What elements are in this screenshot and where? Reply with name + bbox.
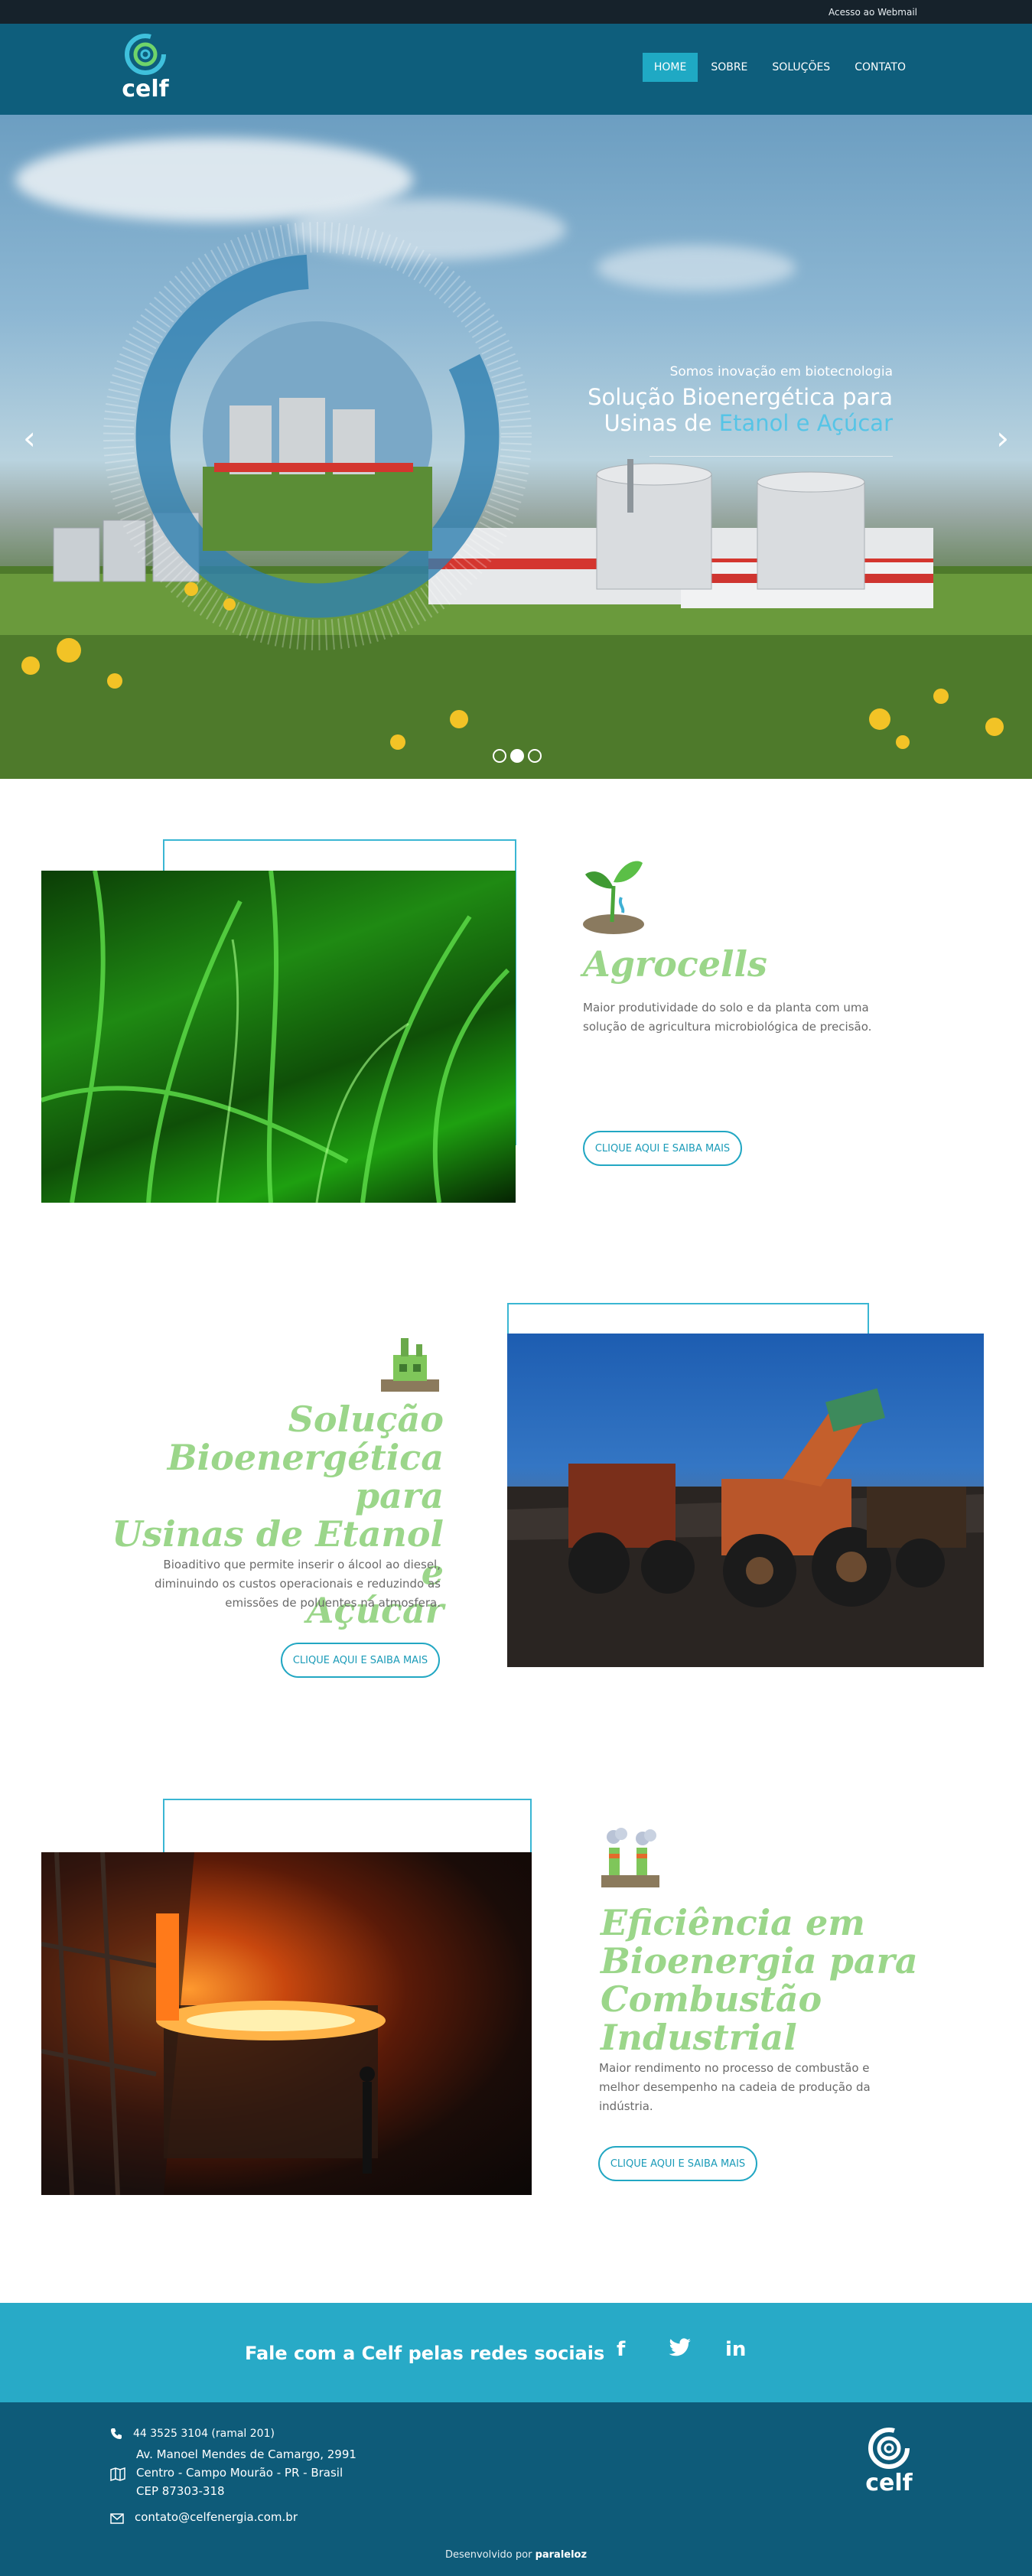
feature2-button[interactable]: CLIQUE AQUI E SAIBA MAIS — [281, 1643, 440, 1678]
credit-brand[interactable]: paraleloz — [536, 2549, 588, 2561]
social-text: Fale com a Celf pelas redes sociais — [245, 2343, 605, 2364]
feature1-title: Agrocells — [583, 943, 767, 985]
plant-illustration — [0, 222, 1032, 779]
hero-slider: ‹ › Somos inovação em biotecnologia Solu… — [0, 115, 1032, 779]
map-icon — [110, 2467, 125, 2484]
feature3-image — [41, 1852, 532, 2195]
feature2-title-line1: Solução — [288, 1399, 444, 1440]
logo-text: celf — [122, 76, 169, 103]
footer-logo-text: celf — [865, 2470, 913, 2496]
twitter-icon[interactable] — [669, 2338, 692, 2363]
site-header: celf HOME SOBRE SOLUÇÕES CONTATO — [0, 24, 1032, 115]
phone-icon — [110, 2428, 122, 2443]
slider-dots — [493, 749, 542, 763]
feature3-title-line4: Industrial — [601, 2017, 797, 2058]
footer-email[interactable]: contato@celfenergia.com.br — [135, 2508, 298, 2526]
main-nav: HOME SOBRE SOLUÇÕES CONTATO — [642, 53, 917, 82]
industrial-plant-icon — [598, 1828, 662, 1895]
feature2-title-line2: Bioenergética para — [167, 1437, 444, 1516]
feature3-title-line1: Eficiência em — [601, 1902, 865, 1943]
corn-leaves — [41, 871, 510, 1203]
hero-title-line2: Usinas de Etanol e Açúcar — [588, 410, 893, 436]
nav-sobre[interactable]: SOBRE — [699, 53, 759, 82]
nav-contato[interactable]: CONTATO — [843, 53, 917, 82]
footer-phone: 44 3525 3104 (ramal 201) — [133, 2428, 275, 2440]
social-strip: Fale com a Celf pelas redes sociais f in — [0, 2303, 1032, 2402]
slider-next-arrow[interactable]: › — [996, 422, 1009, 454]
footer-logo-mark-icon — [868, 2428, 910, 2469]
hero-title-prefix: Usinas de — [604, 410, 712, 436]
feature3-title: Eficiência em Bioenergia para Combustão … — [601, 1904, 918, 2057]
slider-prev-arrow[interactable]: ‹ — [23, 422, 36, 454]
feature3-button[interactable]: CLIQUE AQUI E SAIBA MAIS — [598, 2146, 757, 2181]
top-bar: Acesso ao Webmail — [0, 0, 1032, 24]
footer-credit: Desenvolvido por paraleloz — [0, 2549, 1032, 2561]
footer-address-line1: Av. Manoel Mendes de Camargo, 2991 — [136, 2447, 356, 2461]
celf-logo-mark-icon — [125, 34, 166, 75]
hero-divider — [649, 456, 893, 457]
sprout-icon — [581, 852, 646, 939]
feature2-description: Bioaditivo que permite inserir o álcool … — [154, 1558, 441, 1610]
hero-title-line1: Solução Bioenergética para — [588, 384, 893, 410]
feature1-description: Maior produtividade do solo e da planta … — [583, 1001, 872, 1034]
footer-address-line2: Centro - Campo Mourão - PR - Brasil — [136, 2466, 343, 2480]
celf-logo[interactable]: celf — [116, 31, 174, 105]
feature3-description: Maior rendimento no processo de combustã… — [599, 2061, 871, 2113]
nav-solucoes[interactable]: SOLUÇÕES — [760, 53, 842, 82]
webmail-link[interactable]: Acesso ao Webmail — [829, 7, 917, 18]
slider-dot-1[interactable] — [493, 749, 506, 763]
feature3-title-line3: Combustão — [601, 1978, 822, 2020]
mail-icon — [110, 2512, 124, 2527]
slider-dot-2[interactable] — [510, 749, 524, 763]
hero-title-accent: Etanol e Açúcar — [718, 410, 893, 436]
footer-logo[interactable]: celf — [860, 2425, 918, 2496]
footer-address-line3: CEP 87303-318 — [136, 2484, 225, 2498]
feature2-image — [507, 1334, 984, 1667]
factory-icon — [378, 1332, 442, 1399]
site-footer: 44 3525 3104 (ramal 201) Av. Manoel Mend… — [0, 2402, 1032, 2576]
credit-prefix: Desenvolvido por — [444, 2549, 532, 2561]
slider-dot-3[interactable] — [528, 749, 542, 763]
furnace-scene — [41, 1852, 386, 2195]
tractor-scene — [507, 1388, 984, 1667]
feature1-button[interactable]: CLIQUE AQUI E SAIBA MAIS — [583, 1131, 742, 1166]
feature3-title-line2: Bioenergia para — [601, 1940, 918, 1982]
hero-title: Solução Bioenergética para Usinas de Eta… — [588, 384, 893, 436]
facebook-icon[interactable]: f — [617, 2338, 625, 2361]
hero-kicker: Somos inovação em biotecnologia — [669, 364, 893, 379]
linkedin-icon[interactable]: in — [725, 2338, 746, 2361]
footer-address: Av. Manoel Mendes de Camargo, 2991 Centr… — [136, 2445, 356, 2500]
nav-home[interactable]: HOME — [642, 53, 698, 82]
feature1-image — [41, 871, 516, 1203]
